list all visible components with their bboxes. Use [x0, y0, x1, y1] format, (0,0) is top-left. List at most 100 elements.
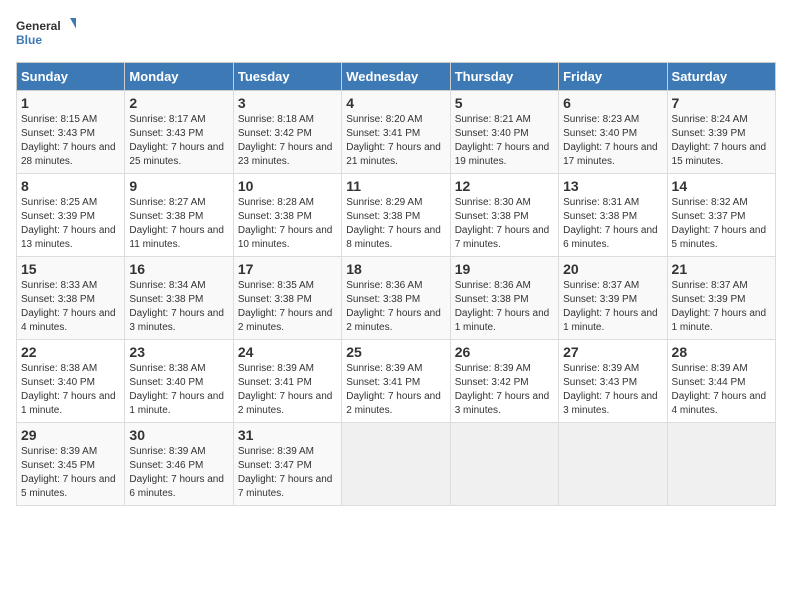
calendar-week-row: 22 Sunrise: 8:38 AMSunset: 3:40 PMDaylig… — [17, 340, 776, 423]
day-number: 14 — [672, 178, 771, 194]
day-number: 3 — [238, 95, 337, 111]
day-info: Sunrise: 8:37 AMSunset: 3:39 PMDaylight:… — [563, 280, 658, 333]
day-info: Sunrise: 8:31 AMSunset: 3:38 PMDaylight:… — [563, 197, 658, 250]
calendar-day-cell — [450, 423, 558, 506]
calendar-day-cell: 27 Sunrise: 8:39 AMSunset: 3:43 PMDaylig… — [559, 340, 667, 423]
day-number: 28 — [672, 344, 771, 360]
day-info: Sunrise: 8:17 AMSunset: 3:43 PMDaylight:… — [129, 114, 224, 167]
calendar-header-row: SundayMondayTuesdayWednesdayThursdayFrid… — [17, 63, 776, 91]
calendar-day-cell: 13 Sunrise: 8:31 AMSunset: 3:38 PMDaylig… — [559, 174, 667, 257]
day-info: Sunrise: 8:30 AMSunset: 3:38 PMDaylight:… — [455, 197, 550, 250]
day-of-week-header: Friday — [559, 63, 667, 91]
day-number: 8 — [21, 178, 120, 194]
calendar-week-row: 8 Sunrise: 8:25 AMSunset: 3:39 PMDayligh… — [17, 174, 776, 257]
calendar-day-cell: 21 Sunrise: 8:37 AMSunset: 3:39 PMDaylig… — [667, 257, 775, 340]
day-info: Sunrise: 8:24 AMSunset: 3:39 PMDaylight:… — [672, 114, 767, 167]
day-of-week-header: Wednesday — [342, 63, 450, 91]
calendar-day-cell: 29 Sunrise: 8:39 AMSunset: 3:45 PMDaylig… — [17, 423, 125, 506]
calendar-day-cell: 8 Sunrise: 8:25 AMSunset: 3:39 PMDayligh… — [17, 174, 125, 257]
day-info: Sunrise: 8:36 AMSunset: 3:38 PMDaylight:… — [455, 280, 550, 333]
calendar-day-cell: 14 Sunrise: 8:32 AMSunset: 3:37 PMDaylig… — [667, 174, 775, 257]
day-info: Sunrise: 8:39 AMSunset: 3:47 PMDaylight:… — [238, 446, 333, 499]
calendar-week-row: 29 Sunrise: 8:39 AMSunset: 3:45 PMDaylig… — [17, 423, 776, 506]
day-info: Sunrise: 8:35 AMSunset: 3:38 PMDaylight:… — [238, 280, 333, 333]
day-number: 26 — [455, 344, 554, 360]
day-info: Sunrise: 8:39 AMSunset: 3:41 PMDaylight:… — [346, 363, 441, 416]
day-info: Sunrise: 8:18 AMSunset: 3:42 PMDaylight:… — [238, 114, 333, 167]
calendar-day-cell: 1 Sunrise: 8:15 AMSunset: 3:43 PMDayligh… — [17, 91, 125, 174]
svg-text:General: General — [16, 19, 61, 33]
day-info: Sunrise: 8:39 AMSunset: 3:43 PMDaylight:… — [563, 363, 658, 416]
calendar-day-cell: 4 Sunrise: 8:20 AMSunset: 3:41 PMDayligh… — [342, 91, 450, 174]
calendar-day-cell: 10 Sunrise: 8:28 AMSunset: 3:38 PMDaylig… — [233, 174, 341, 257]
day-number: 17 — [238, 261, 337, 277]
day-info: Sunrise: 8:28 AMSunset: 3:38 PMDaylight:… — [238, 197, 333, 250]
day-info: Sunrise: 8:38 AMSunset: 3:40 PMDaylight:… — [21, 363, 116, 416]
calendar-table: SundayMondayTuesdayWednesdayThursdayFrid… — [16, 62, 776, 506]
day-info: Sunrise: 8:15 AMSunset: 3:43 PMDaylight:… — [21, 114, 116, 167]
calendar-day-cell: 9 Sunrise: 8:27 AMSunset: 3:38 PMDayligh… — [125, 174, 233, 257]
day-number: 1 — [21, 95, 120, 111]
day-number: 25 — [346, 344, 445, 360]
day-number: 6 — [563, 95, 662, 111]
day-number: 27 — [563, 344, 662, 360]
day-of-week-header: Tuesday — [233, 63, 341, 91]
day-number: 19 — [455, 261, 554, 277]
day-number: 31 — [238, 427, 337, 443]
day-number: 16 — [129, 261, 228, 277]
calendar-day-cell: 19 Sunrise: 8:36 AMSunset: 3:38 PMDaylig… — [450, 257, 558, 340]
day-info: Sunrise: 8:25 AMSunset: 3:39 PMDaylight:… — [21, 197, 116, 250]
day-number: 5 — [455, 95, 554, 111]
day-number: 18 — [346, 261, 445, 277]
day-info: Sunrise: 8:29 AMSunset: 3:38 PMDaylight:… — [346, 197, 441, 250]
day-number: 23 — [129, 344, 228, 360]
calendar-day-cell: 5 Sunrise: 8:21 AMSunset: 3:40 PMDayligh… — [450, 91, 558, 174]
calendar-week-row: 15 Sunrise: 8:33 AMSunset: 3:38 PMDaylig… — [17, 257, 776, 340]
svg-text:Blue: Blue — [16, 33, 42, 47]
page-header: General Blue — [16, 16, 776, 52]
calendar-day-cell: 6 Sunrise: 8:23 AMSunset: 3:40 PMDayligh… — [559, 91, 667, 174]
day-number: 4 — [346, 95, 445, 111]
day-number: 11 — [346, 178, 445, 194]
calendar-day-cell: 31 Sunrise: 8:39 AMSunset: 3:47 PMDaylig… — [233, 423, 341, 506]
calendar-day-cell: 11 Sunrise: 8:29 AMSunset: 3:38 PMDaylig… — [342, 174, 450, 257]
calendar-day-cell: 23 Sunrise: 8:38 AMSunset: 3:40 PMDaylig… — [125, 340, 233, 423]
calendar-day-cell: 30 Sunrise: 8:39 AMSunset: 3:46 PMDaylig… — [125, 423, 233, 506]
day-info: Sunrise: 8:33 AMSunset: 3:38 PMDaylight:… — [21, 280, 116, 333]
day-info: Sunrise: 8:23 AMSunset: 3:40 PMDaylight:… — [563, 114, 658, 167]
day-info: Sunrise: 8:39 AMSunset: 3:44 PMDaylight:… — [672, 363, 767, 416]
day-info: Sunrise: 8:39 AMSunset: 3:45 PMDaylight:… — [21, 446, 116, 499]
calendar-day-cell: 28 Sunrise: 8:39 AMSunset: 3:44 PMDaylig… — [667, 340, 775, 423]
day-of-week-header: Saturday — [667, 63, 775, 91]
day-info: Sunrise: 8:36 AMSunset: 3:38 PMDaylight:… — [346, 280, 441, 333]
day-info: Sunrise: 8:21 AMSunset: 3:40 PMDaylight:… — [455, 114, 550, 167]
calendar-day-cell: 3 Sunrise: 8:18 AMSunset: 3:42 PMDayligh… — [233, 91, 341, 174]
calendar-day-cell: 7 Sunrise: 8:24 AMSunset: 3:39 PMDayligh… — [667, 91, 775, 174]
day-number: 10 — [238, 178, 337, 194]
day-number: 30 — [129, 427, 228, 443]
calendar-day-cell: 12 Sunrise: 8:30 AMSunset: 3:38 PMDaylig… — [450, 174, 558, 257]
day-number: 15 — [21, 261, 120, 277]
day-of-week-header: Sunday — [17, 63, 125, 91]
calendar-day-cell: 18 Sunrise: 8:36 AMSunset: 3:38 PMDaylig… — [342, 257, 450, 340]
calendar-day-cell: 2 Sunrise: 8:17 AMSunset: 3:43 PMDayligh… — [125, 91, 233, 174]
calendar-day-cell: 26 Sunrise: 8:39 AMSunset: 3:42 PMDaylig… — [450, 340, 558, 423]
day-info: Sunrise: 8:20 AMSunset: 3:41 PMDaylight:… — [346, 114, 441, 167]
day-info: Sunrise: 8:37 AMSunset: 3:39 PMDaylight:… — [672, 280, 767, 333]
day-info: Sunrise: 8:39 AMSunset: 3:42 PMDaylight:… — [455, 363, 550, 416]
calendar-day-cell — [342, 423, 450, 506]
day-number: 12 — [455, 178, 554, 194]
logo: General Blue — [16, 16, 76, 52]
calendar-body: 1 Sunrise: 8:15 AMSunset: 3:43 PMDayligh… — [17, 91, 776, 506]
day-number: 21 — [672, 261, 771, 277]
day-number: 29 — [21, 427, 120, 443]
calendar-day-cell: 20 Sunrise: 8:37 AMSunset: 3:39 PMDaylig… — [559, 257, 667, 340]
logo-svg: General Blue — [16, 16, 76, 52]
calendar-day-cell: 15 Sunrise: 8:33 AMSunset: 3:38 PMDaylig… — [17, 257, 125, 340]
calendar-week-row: 1 Sunrise: 8:15 AMSunset: 3:43 PMDayligh… — [17, 91, 776, 174]
day-number: 2 — [129, 95, 228, 111]
day-info: Sunrise: 8:27 AMSunset: 3:38 PMDaylight:… — [129, 197, 224, 250]
day-info: Sunrise: 8:39 AMSunset: 3:41 PMDaylight:… — [238, 363, 333, 416]
calendar-day-cell: 16 Sunrise: 8:34 AMSunset: 3:38 PMDaylig… — [125, 257, 233, 340]
day-number: 7 — [672, 95, 771, 111]
